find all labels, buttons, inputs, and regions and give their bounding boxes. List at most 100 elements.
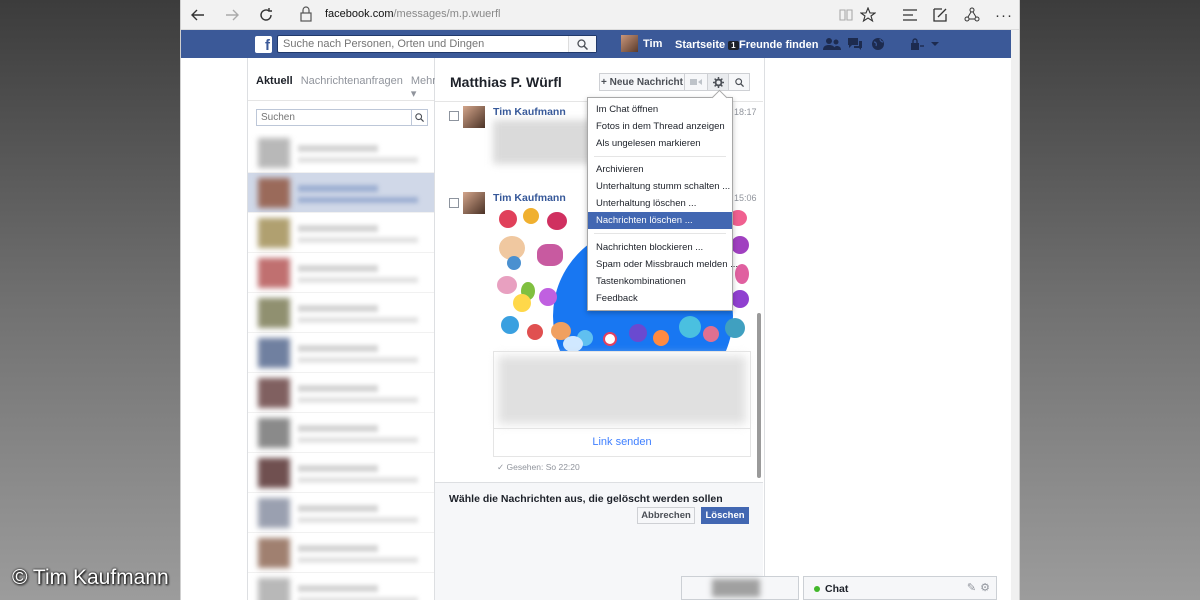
online-status-dot [814, 586, 820, 592]
menu-item-keyboard-shortcuts[interactable]: Tastenkombinationen [588, 273, 732, 290]
url-path: /messages/m.p.wuerfl [393, 8, 501, 20]
facebook-search-input[interactable] [278, 36, 568, 52]
compose-icon[interactable]: ✎ [967, 581, 976, 594]
menu-divider [594, 233, 726, 234]
menu-item-archive[interactable]: Archivieren [588, 161, 732, 178]
conversation-list [248, 133, 434, 600]
inbox-tabs: Aktuell Nachrichtenanfragen Mehr ▾ [256, 75, 436, 100]
home-badge: 1 [728, 41, 739, 50]
home-link[interactable]: Startseite 1 [675, 39, 739, 51]
favorite-star-icon[interactable] [857, 4, 879, 26]
menu-item-mark-unread[interactable]: Als ungelesen markieren [588, 135, 732, 152]
address-bar: facebook.com/messages/m.p.wuerfl ··· [181, 0, 1019, 30]
search-icon[interactable] [411, 110, 427, 125]
copyright-watermark: © Tim Kaufmann [12, 566, 169, 589]
search-icon[interactable] [568, 36, 596, 52]
video-call-icon[interactable] [684, 73, 708, 91]
message-time: 15:06 [734, 193, 757, 203]
message-checkbox[interactable] [449, 111, 459, 121]
url-domain: facebook.com [325, 8, 394, 20]
arrow-left-icon[interactable] [187, 4, 209, 26]
notifications-globe-icon[interactable] [871, 37, 887, 51]
list-item[interactable] [248, 333, 434, 373]
list-item[interactable] [248, 373, 434, 413]
thread-scrollbar[interactable] [757, 313, 761, 478]
background-left [0, 0, 180, 600]
menu-item-show-photos[interactable]: Fotos in dem Thread anzeigen [588, 118, 732, 135]
gear-icon[interactable]: ⚙ [980, 581, 990, 594]
chat-label: Chat [825, 583, 849, 595]
menu-item-delete-conversation[interactable]: Unterhaltung löschen ... [588, 195, 732, 212]
menu-item-block-messages[interactable]: Nachrichten blockieren ... [588, 239, 732, 256]
profile-name: Tim [643, 37, 663, 50]
conversation-search [256, 109, 428, 126]
more-icon[interactable]: ··· [993, 4, 1015, 26]
list-item[interactable] [248, 213, 434, 253]
menu-item-open-in-chat[interactable]: Im Chat öffnen [588, 101, 732, 118]
profile-link[interactable]: Tim [621, 35, 662, 52]
page-scrollbar[interactable] [1011, 30, 1019, 600]
list-item[interactable] [248, 533, 434, 573]
thread-title: Matthias P. Würfl [450, 74, 562, 90]
reading-view-icon[interactable] [835, 4, 857, 26]
message-sender[interactable]: Tim Kaufmann [493, 192, 566, 204]
list-item[interactable] [248, 133, 434, 173]
divider [248, 100, 434, 101]
home-label: Startseite [675, 39, 726, 51]
arrow-right-icon[interactable] [221, 4, 243, 26]
privacy-lock-icon[interactable] [909, 37, 925, 51]
list-item[interactable] [248, 253, 434, 293]
share-icon[interactable] [961, 4, 983, 26]
facebook-top-bar: f Tim Startseite1 Freunde finden [181, 30, 1011, 58]
tab-current[interactable]: Aktuell [256, 75, 293, 100]
delete-button[interactable]: Löschen [701, 507, 749, 524]
chat-tools: ✎ ⚙ [967, 581, 990, 594]
send-link-button[interactable]: Link senden [493, 429, 751, 457]
thread-options-menu: Im Chat öffnen Fotos in dem Thread anzei… [587, 97, 738, 311]
avatar [463, 192, 485, 214]
lock-icon [299, 6, 313, 25]
find-friends-link[interactable]: Freunde finden [739, 39, 818, 51]
avatar [463, 106, 485, 128]
tab-message-requests[interactable]: Nachrichtenanfragen [301, 75, 403, 100]
chat-sidebar-tab[interactable]: Chat ✎ ⚙ [803, 576, 997, 600]
list-item[interactable] [248, 493, 434, 533]
cancel-button[interactable]: Abbrechen [637, 507, 695, 524]
thread-actions: + Neue Nachricht [599, 73, 750, 91]
gear-icon[interactable] [707, 73, 729, 91]
search-icon[interactable] [728, 73, 750, 91]
menu-item-report-spam[interactable]: Spam oder Missbrauch melden ... [588, 256, 738, 273]
background-right [1020, 0, 1200, 600]
conversation-list-panel: Aktuell Nachrichtenanfragen Mehr ▾ [247, 58, 436, 600]
facebook-search [277, 35, 597, 53]
hub-icon[interactable] [899, 4, 921, 26]
tab-more[interactable]: Mehr ▾ [411, 75, 436, 100]
facebook-logo-icon[interactable]: f [255, 36, 272, 53]
delete-prompt: Wähle die Nachrichten aus, die gelöscht … [449, 493, 723, 505]
reload-icon[interactable] [255, 4, 277, 26]
avatar [621, 35, 638, 52]
list-item-selected[interactable] [248, 173, 434, 213]
list-item[interactable] [248, 413, 434, 453]
message-sender[interactable]: Tim Kaufmann [493, 106, 566, 118]
list-item[interactable] [248, 293, 434, 333]
message-checkbox[interactable] [449, 198, 459, 208]
conversation-search-input[interactable] [257, 110, 407, 125]
list-item[interactable] [248, 453, 434, 493]
web-note-icon[interactable] [929, 4, 951, 26]
new-message-button[interactable]: + Neue Nachricht [599, 73, 685, 91]
menu-item-feedback[interactable]: Feedback [588, 290, 732, 307]
url-field[interactable]: facebook.com/messages/m.p.wuerfl [325, 8, 500, 20]
friend-requests-icon[interactable] [823, 37, 841, 51]
menu-item-mute[interactable]: Unterhaltung stumm schalten ... [588, 178, 732, 195]
browser-window: facebook.com/messages/m.p.wuerfl ··· f S… [180, 0, 1020, 600]
minimized-chat-tab[interactable] [681, 576, 799, 600]
menu-divider [594, 156, 726, 157]
messages-page: Aktuell Nachrichtenanfragen Mehr ▾ Suche… [181, 58, 1011, 600]
menu-item-delete-messages[interactable]: Nachrichten löschen ... [588, 212, 732, 229]
list-item[interactable] [248, 573, 434, 600]
message-time: 18:17 [734, 107, 757, 117]
messages-icon[interactable] [847, 37, 863, 51]
link-preview[interactable] [493, 351, 751, 429]
account-menu-caret-icon[interactable] [929, 37, 945, 51]
